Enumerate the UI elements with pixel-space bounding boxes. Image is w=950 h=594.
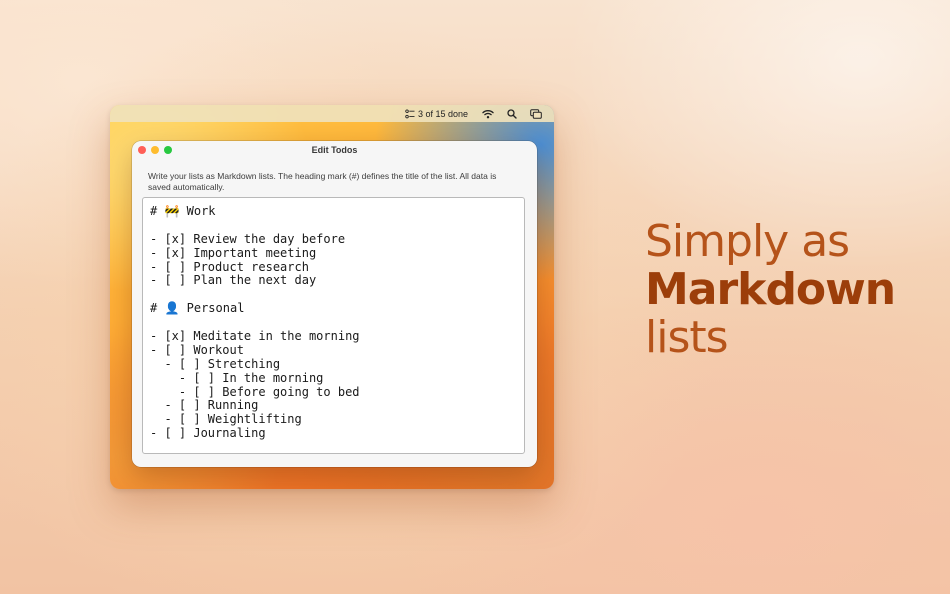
todo-status-item[interactable]: 3 of 15 done [405, 109, 468, 119]
editor-line: - [ ] Journaling [150, 426, 266, 441]
editor-line: # 🚧 Work [150, 204, 216, 218]
editor-line: - [ ] Product research [150, 259, 309, 274]
control-center-icon[interactable] [530, 108, 542, 120]
editor-line: - [ ] Plan the next day [150, 273, 317, 288]
headline-line-2: Markdown [645, 264, 896, 315]
editor-line: - [ ] Running [150, 398, 259, 413]
editor-line: - [x] Important meeting [150, 245, 317, 260]
editor-description: Write your lists as Markdown lists. The … [148, 171, 497, 192]
editor-line: - [ ] Weightlifting [150, 412, 302, 427]
headline-line-1: Simply as [645, 216, 850, 267]
todo-status-text: 3 of 15 done [417, 108, 468, 119]
checklist-icon [405, 108, 415, 119]
editor-line: - [x] Meditate in the morning [150, 329, 360, 344]
menu-bar: 3 of 15 done [110, 105, 554, 122]
editor-line: # 👤 Personal [150, 301, 245, 316]
search-icon[interactable] [506, 108, 518, 120]
editor-line: - [ ] Stretching [150, 356, 281, 371]
editor-line: - [ ] Before going to bed [150, 384, 360, 399]
markdown-editor[interactable]: # 🚧 Work - [x] Review the day before - [x]… [142, 197, 525, 454]
wifi-icon[interactable] [482, 108, 494, 120]
window-titlebar[interactable]: Edit Todos [132, 141, 537, 159]
headline-line-3: lists [645, 312, 729, 363]
edit-todos-window: Edit Todos Write your lists as Markdown … [132, 141, 537, 467]
editor-line: - [x] Review the day before [150, 231, 346, 246]
desktop-preview: 3 of 15 done Edit Todos Write your lists… [110, 105, 554, 489]
editor-line: - [ ] Workout [150, 342, 244, 357]
marketing-headline: Simply as Markdown lists [645, 216, 896, 363]
editor-line: - [ ] In the morning [150, 370, 324, 385]
window-title: Edit Todos [311, 145, 358, 155]
